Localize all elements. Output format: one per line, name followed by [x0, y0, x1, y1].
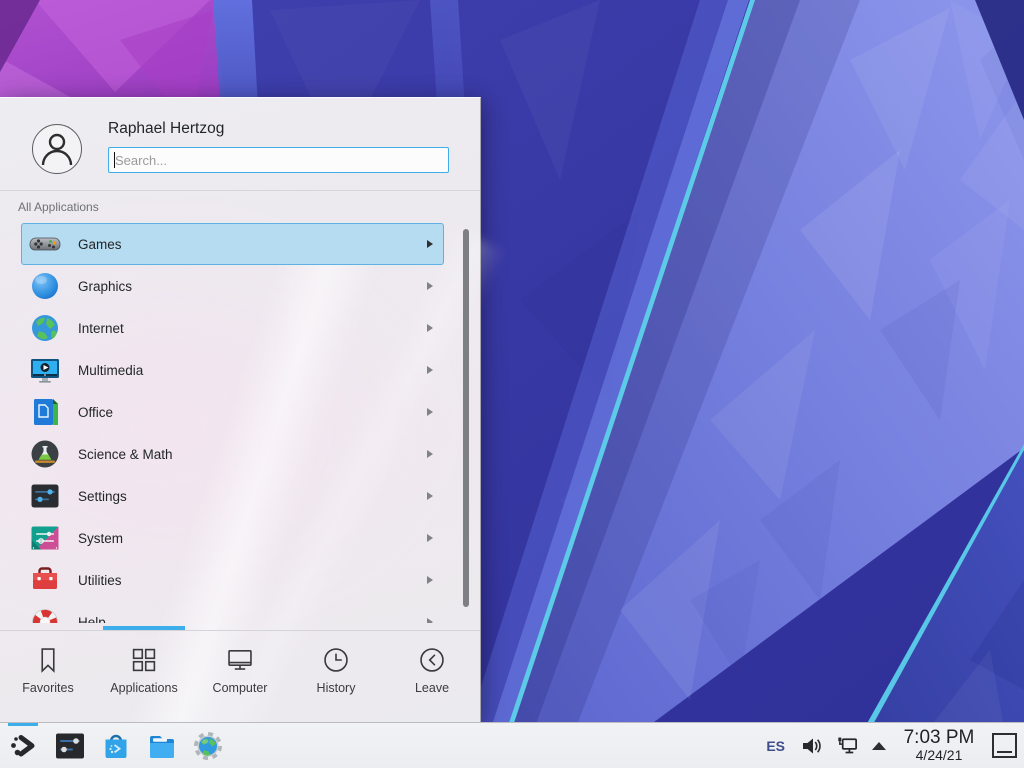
- bookmark-icon: [33, 645, 63, 675]
- utilities-toolbox-icon: [29, 564, 61, 596]
- submenu-arrow-icon: [427, 450, 433, 458]
- clock[interactable]: 7:03 PM 4/24/21: [898, 728, 980, 763]
- taskbar-app-icons: [0, 730, 224, 762]
- system-settings-icon: [54, 730, 86, 762]
- application-launcher-menu: Raphael Hertzog All Applications Games G…: [0, 97, 481, 722]
- submenu-arrow-icon: [427, 282, 433, 290]
- category-science-math[interactable]: Science & Math: [21, 433, 444, 475]
- settings-sliders-icon: [29, 480, 61, 512]
- category-system[interactable]: System: [21, 517, 444, 559]
- system-tray: ES 7:03 PM 4/24/21: [766, 728, 1024, 763]
- clock-date: 4/24/21: [898, 748, 980, 763]
- submenu-arrow-icon: [427, 408, 433, 416]
- help-lifebuoy-icon: [29, 606, 61, 623]
- leave-icon: [417, 645, 447, 675]
- computer-icon: [225, 645, 255, 675]
- kickoff-launcher-icon: [8, 730, 40, 762]
- graphics-sphere-icon: [29, 270, 61, 302]
- internet-globe-icon: [29, 312, 61, 344]
- tab-leave[interactable]: Leave: [384, 631, 480, 722]
- show-desktop-line: [997, 751, 1012, 753]
- tab-computer[interactable]: Computer: [192, 631, 288, 722]
- text-cursor: [114, 152, 115, 168]
- keyboard-layout-indicator[interactable]: ES: [766, 738, 785, 754]
- show-desktop-button[interactable]: [992, 733, 1017, 758]
- history-clock-icon: [321, 645, 351, 675]
- science-math-flask-icon: [29, 438, 61, 470]
- category-help[interactable]: Help: [21, 601, 444, 623]
- launcher-header: Raphael Hertzog: [0, 98, 480, 191]
- section-label: All Applications: [18, 200, 99, 214]
- expand-tray-icon[interactable]: [872, 742, 886, 750]
- submenu-arrow-icon: [427, 324, 433, 332]
- tab-favorites[interactable]: Favorites: [0, 631, 96, 722]
- submenu-arrow-icon: [427, 492, 433, 500]
- launcher-tab-bar: Favorites Applications Computer History …: [0, 630, 480, 722]
- clock-time: 7:03 PM: [898, 728, 980, 748]
- system-icon: [29, 522, 61, 554]
- multimedia-icon: [29, 354, 61, 386]
- web-browser-button[interactable]: [192, 730, 224, 762]
- volume-icon[interactable]: [800, 735, 823, 757]
- dolphin-button[interactable]: [146, 730, 178, 762]
- dolphin-file-manager-icon: [146, 730, 178, 762]
- search-input[interactable]: [108, 147, 449, 173]
- category-internet[interactable]: Internet: [21, 307, 444, 349]
- discover-button[interactable]: [100, 730, 132, 762]
- active-task-indicator: [8, 723, 38, 727]
- network-icon[interactable]: [836, 735, 859, 757]
- category-utilities[interactable]: Utilities: [21, 559, 444, 601]
- user-avatar[interactable]: [32, 124, 82, 174]
- submenu-arrow-icon: [427, 534, 433, 542]
- applications-grid-icon: [129, 645, 159, 675]
- taskbar-panel: ES 7:03 PM 4/24/21: [0, 722, 1024, 768]
- category-list: Games Graphics Internet Multimedia: [0, 219, 480, 623]
- submenu-arrow-icon: [427, 240, 433, 248]
- user-name: Raphael Hertzog: [108, 120, 224, 138]
- tab-applications[interactable]: Applications: [96, 631, 192, 722]
- web-browser-icon: [192, 730, 224, 762]
- system-settings-button[interactable]: [54, 730, 86, 762]
- submenu-arrow-icon: [427, 618, 433, 623]
- games-gamepad-icon: [29, 228, 61, 260]
- submenu-arrow-icon: [427, 366, 433, 374]
- kickoff-launcher-button[interactable]: [8, 730, 40, 762]
- scrollbar-thumb[interactable]: [463, 229, 469, 607]
- category-graphics[interactable]: Graphics: [21, 265, 444, 307]
- category-settings[interactable]: Settings: [21, 475, 444, 517]
- user-silhouette-icon: [33, 125, 81, 173]
- category-office[interactable]: Office: [21, 391, 444, 433]
- category-multimedia[interactable]: Multimedia: [21, 349, 444, 391]
- office-icon: [29, 396, 61, 428]
- submenu-arrow-icon: [427, 576, 433, 584]
- tab-history[interactable]: History: [288, 631, 384, 722]
- discover-icon: [100, 730, 132, 762]
- category-games[interactable]: Games: [21, 223, 444, 265]
